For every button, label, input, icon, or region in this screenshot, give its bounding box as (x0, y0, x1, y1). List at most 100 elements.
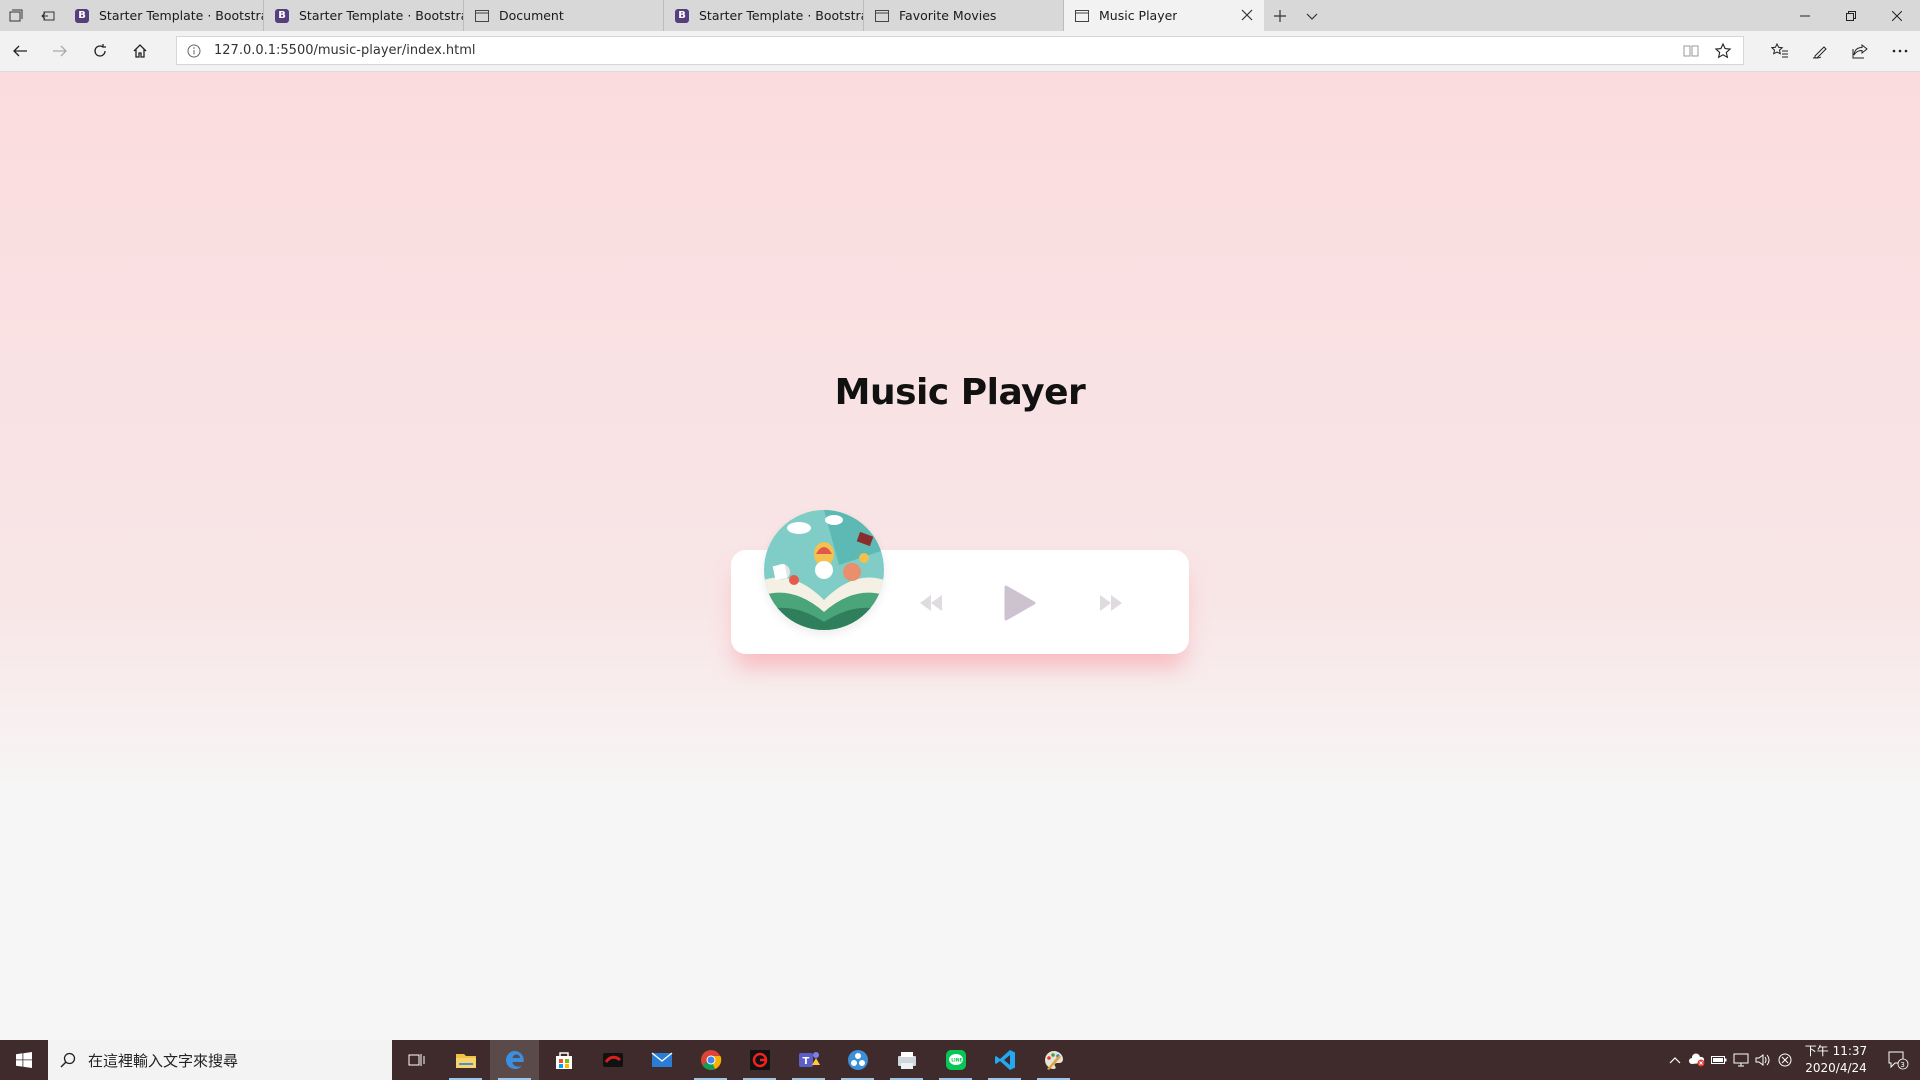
minimize-button[interactable] (1782, 0, 1828, 31)
bootstrap-icon: B (74, 8, 90, 24)
tab-title: Favorite Movies (899, 8, 997, 23)
restore-button[interactable] (1828, 0, 1874, 31)
show-hidden-icons-button[interactable] (1664, 1040, 1686, 1080)
task-view-icon (408, 1054, 424, 1066)
taskbar-vscode[interactable] (980, 1040, 1029, 1080)
previous-button[interactable] (916, 588, 946, 618)
vscode-icon (994, 1050, 1015, 1070)
file-explorer-icon (455, 1054, 476, 1068)
tab-1[interactable]: B Starter Template · Bootstrap (64, 0, 264, 31)
svg-text:LINE: LINE (951, 1058, 962, 1064)
action-center-button[interactable]: 3 (1876, 1040, 1920, 1080)
page-title: Music Player (834, 372, 1086, 413)
back-button[interactable] (0, 31, 40, 71)
tab-6-active[interactable]: Music Player (1064, 0, 1264, 31)
search-placeholder: 在這裡輸入文字來搜尋 (88, 1051, 239, 1070)
arrow-left-icon (13, 45, 27, 57)
browser-toolbar (1760, 31, 1920, 71)
more-button[interactable] (1880, 31, 1920, 71)
paint-icon (1044, 1051, 1063, 1070)
mail-icon (651, 1052, 672, 1067)
more-dots-icon (1892, 49, 1908, 53)
restore-icon (1846, 10, 1856, 21)
play-icon (1004, 585, 1036, 621)
notes-button[interactable] (1800, 31, 1840, 71)
onedrive-status[interactable] (1686, 1040, 1708, 1080)
teams-icon: T (798, 1052, 820, 1067)
taskbar-red-app[interactable] (735, 1040, 784, 1080)
chrome-icon (700, 1050, 721, 1070)
set-aside-tabs-button[interactable] (32, 0, 64, 31)
tab-title: Starter Template · Bootstrap (99, 8, 263, 23)
reading-view-icon[interactable] (1683, 43, 1699, 59)
taskbar-printer-app[interactable] (882, 1040, 931, 1080)
taskbar-paint[interactable] (1029, 1040, 1078, 1080)
navigation-bar: 127.0.0.1:5500/music-player/index.html (0, 31, 1920, 72)
volume-control[interactable] (1752, 1040, 1774, 1080)
home-icon (133, 44, 147, 58)
taskbar-file-explorer[interactable] (441, 1040, 490, 1080)
taskbar-clock[interactable]: 下午 11:37 2020/4/24 (1796, 1043, 1876, 1077)
tab-preview-button[interactable] (1296, 0, 1328, 31)
window-controls (1782, 0, 1920, 31)
notification-count: 3 (1900, 1061, 1904, 1069)
system-tray: 下午 11:37 2020/4/24 3 (1664, 1040, 1920, 1080)
tab-2[interactable]: B Starter Template · Bootstrap (264, 0, 464, 31)
share-button[interactable] (1840, 31, 1880, 71)
site-info-icon[interactable] (187, 44, 201, 58)
tab-5[interactable]: Favorite Movies (864, 0, 1064, 31)
new-tab-button[interactable] (1264, 0, 1296, 31)
taskbar-game-app[interactable] (588, 1040, 637, 1080)
close-icon (1892, 10, 1902, 21)
photos-app-icon (847, 1050, 868, 1070)
url-text[interactable]: 127.0.0.1:5500/music-player/index.html (214, 43, 476, 58)
start-button[interactable] (0, 1040, 48, 1080)
battery-status[interactable] (1708, 1040, 1730, 1080)
taskbar-photos-app[interactable] (833, 1040, 882, 1080)
tab-title: Music Player (1099, 8, 1178, 23)
red-app-icon (749, 1050, 770, 1070)
task-view-button[interactable] (392, 1040, 441, 1080)
ime-icon (1778, 1053, 1792, 1067)
taskbar-store[interactable] (539, 1040, 588, 1080)
favorites-list-icon (1771, 43, 1788, 58)
windows-taskbar: 在這裡輸入文字來搜尋 T LINE 下午 11:37 2020/4/24 3 (0, 1040, 1920, 1080)
close-window-button[interactable] (1874, 0, 1920, 31)
home-button[interactable] (120, 31, 160, 71)
forward-button[interactable] (40, 31, 80, 71)
store-icon (555, 1052, 572, 1069)
tab-4[interactable]: B Starter Template · Bootstrap (664, 0, 864, 31)
favorites-hub-button[interactable] (1760, 31, 1800, 71)
cloud-error-icon (1689, 1053, 1705, 1067)
refresh-icon (94, 44, 106, 57)
page-icon (474, 8, 490, 24)
album-cover (764, 510, 884, 630)
favorite-star-icon[interactable] (1714, 42, 1732, 60)
taskbar-mail[interactable] (637, 1040, 686, 1080)
svg-text:T: T (802, 1056, 809, 1067)
refresh-button[interactable] (80, 31, 120, 71)
taskbar-edge[interactable] (490, 1040, 539, 1080)
taskbar-line[interactable]: LINE (931, 1040, 980, 1080)
play-button[interactable] (998, 578, 1042, 628)
battery-icon (1711, 1056, 1727, 1064)
tab-3[interactable]: Document (464, 0, 664, 31)
taskbar-chrome[interactable] (686, 1040, 735, 1080)
chevron-down-icon (1306, 13, 1318, 20)
network-status[interactable] (1730, 1040, 1752, 1080)
chevron-up-icon (1669, 1057, 1681, 1064)
edge-icon (505, 1051, 524, 1069)
input-method-indicator[interactable] (1774, 1040, 1796, 1080)
plus-icon (1274, 9, 1286, 22)
close-tab-icon[interactable] (1240, 8, 1254, 22)
tab-manager-button[interactable] (0, 0, 32, 31)
next-button[interactable] (1096, 588, 1126, 618)
album-art-image (764, 510, 884, 630)
tab-bar: B Starter Template · Bootstrap B Starter… (0, 0, 1920, 31)
taskbar-teams[interactable]: T (784, 1040, 833, 1080)
pen-icon (1812, 46, 1827, 59)
page-icon (874, 8, 890, 24)
address-bar[interactable]: 127.0.0.1:5500/music-player/index.html (176, 36, 1744, 65)
speaker-icon (1755, 1054, 1770, 1066)
taskbar-search-box[interactable]: 在這裡輸入文字來搜尋 (48, 1040, 392, 1080)
